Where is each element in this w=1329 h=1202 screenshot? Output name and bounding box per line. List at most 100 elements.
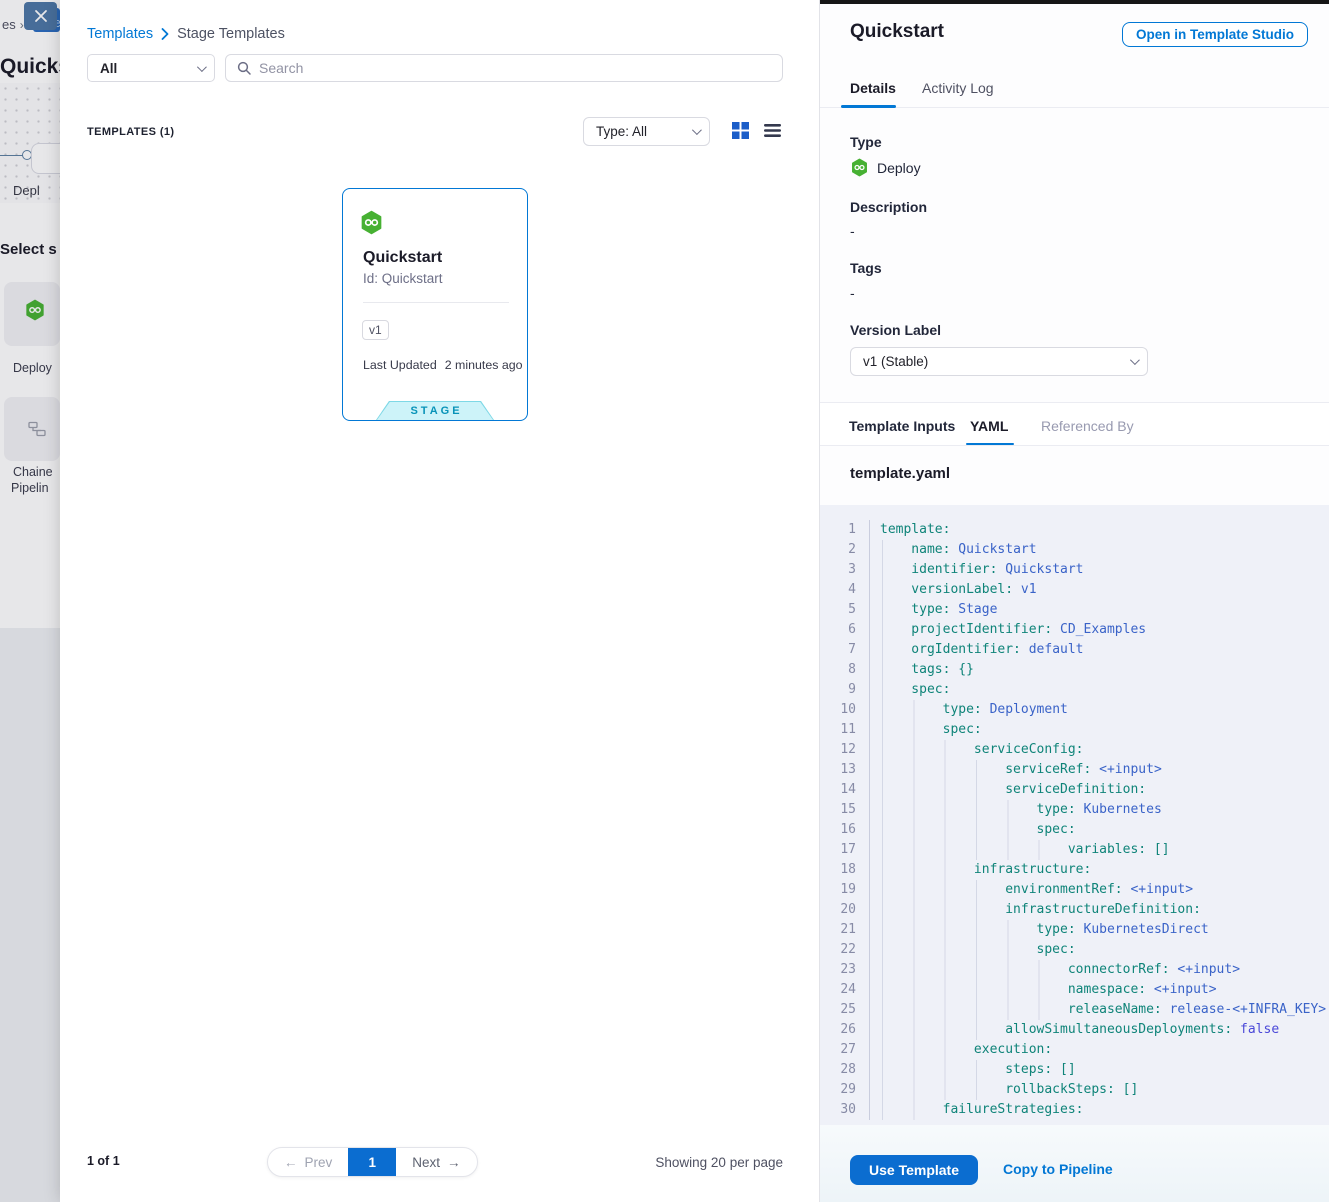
yaml-line-text: spec: xyxy=(869,680,950,700)
chevron-right-icon xyxy=(161,28,169,40)
line-number: 29 xyxy=(820,1080,856,1100)
yaml-line: 14 serviceDefinition: xyxy=(820,780,1329,800)
yaml-line: 5 type: Stage xyxy=(820,600,1329,620)
tab-referenced-by[interactable]: Referenced By xyxy=(1041,418,1134,434)
close-drawer-button[interactable] xyxy=(24,2,57,30)
search-icon xyxy=(236,60,252,76)
details-tabbar xyxy=(820,0,1329,108)
yaml-line-text: failureStrategies: xyxy=(869,1100,1084,1120)
tab-yaml[interactable]: YAML xyxy=(970,418,1008,434)
cd-hexagon-icon xyxy=(24,299,46,321)
line-number: 25 xyxy=(820,1000,856,1020)
yaml-line-text: type: Kubernetes xyxy=(869,800,1162,820)
line-number: 1 xyxy=(820,520,856,540)
open-in-template-studio-button[interactable]: Open in Template Studio xyxy=(1122,22,1308,47)
search-input[interactable] xyxy=(259,60,772,76)
yaml-line: 27 execution: xyxy=(820,1040,1329,1060)
yaml-line-text: serviceConfig: xyxy=(869,740,1084,760)
last-updated-row: Last Updated 2 minutes ago xyxy=(363,358,523,372)
chained-pipeline-icon xyxy=(27,419,47,439)
panel-top-bar xyxy=(820,0,1329,4)
version-select[interactable]: v1 (Stable) xyxy=(850,347,1148,376)
line-number: 12 xyxy=(820,740,856,760)
connector-line xyxy=(0,155,23,156)
deploy-stage-card xyxy=(4,282,60,346)
template-card-title: Quickstart xyxy=(363,249,442,267)
line-number: 27 xyxy=(820,1040,856,1060)
yaml-line-text: name: Quickstart xyxy=(869,540,1037,560)
background-breadcrumb: es› xyxy=(2,17,24,32)
scope-filter-value: All xyxy=(100,61,117,76)
yaml-line-text: template: xyxy=(869,520,950,540)
prev-page-label: Prev xyxy=(305,1155,333,1170)
yaml-line-text: releaseName: release-<+INFRA_KEY> xyxy=(869,1000,1326,1020)
yaml-line: 9 spec: xyxy=(820,680,1329,700)
chevron-down-icon xyxy=(1130,355,1140,365)
line-number: 16 xyxy=(820,820,856,840)
template-card-quickstart[interactable]: Quickstart Id: Quickstart v1 Last Update… xyxy=(342,188,528,421)
type-field-value: Deploy xyxy=(877,160,921,176)
list-view-button[interactable] xyxy=(762,122,782,142)
page-size-label: Showing 20 per page xyxy=(655,1155,783,1170)
line-number: 9 xyxy=(820,680,856,700)
use-template-button[interactable]: Use Template xyxy=(850,1155,978,1185)
yaml-line-text: serviceDefinition: xyxy=(869,780,1146,800)
yaml-line-text: infrastructureDefinition: xyxy=(869,900,1201,920)
active-tab-underline xyxy=(966,443,1014,446)
yaml-line-text: projectIdentifier: CD_Examples xyxy=(869,620,1146,640)
panel-title: Quickstart xyxy=(850,21,944,43)
yaml-code-viewer[interactable]: 1template:2 name: Quickstart3 identifier… xyxy=(820,505,1329,1125)
yaml-line-text: spec: xyxy=(869,940,1076,960)
page-1-button[interactable]: 1 xyxy=(348,1148,396,1176)
line-number: 20 xyxy=(820,900,856,920)
type-filter-select[interactable]: Type: All xyxy=(583,117,710,146)
chevron-down-icon xyxy=(197,62,207,72)
yaml-line-text: type: Stage xyxy=(869,600,997,620)
background-page-lower-area xyxy=(0,628,60,1202)
prev-page-button[interactable]: ← Prev xyxy=(268,1148,348,1176)
last-updated-value: 2 minutes ago xyxy=(445,358,523,372)
panel-footer: Use Template Copy to Pipeline xyxy=(820,1125,1329,1202)
yaml-line-text: orgIdentifier: default xyxy=(869,640,1084,660)
line-number: 28 xyxy=(820,1060,856,1080)
yaml-line-text: rollbackSteps: [] xyxy=(869,1080,1138,1100)
background-page-title: Quicks xyxy=(0,55,60,79)
yaml-line-text: execution: xyxy=(869,1040,1052,1060)
yaml-line: 15 type: Kubernetes xyxy=(820,800,1329,820)
cd-hexagon-icon xyxy=(359,210,384,235)
app-window: es› Pipel Quicks Depl Select s Deploy xyxy=(0,0,1329,1202)
chevron-down-icon xyxy=(692,125,702,135)
grid-view-button[interactable] xyxy=(730,122,750,142)
templates-count-label: TEMPLATES (1) xyxy=(87,126,175,138)
version-label-field-label: Version Label xyxy=(850,322,941,338)
tab-details[interactable]: Details xyxy=(850,80,896,96)
line-number: 11 xyxy=(820,720,856,740)
pagination-count: 1 of 1 xyxy=(87,1154,120,1168)
version-select-value: v1 (Stable) xyxy=(863,354,928,369)
type-field-label: Type xyxy=(850,134,882,150)
line-number: 6 xyxy=(820,620,856,640)
yaml-line: 21 type: KubernetesDirect xyxy=(820,920,1329,940)
tab-activity-log[interactable]: Activity Log xyxy=(922,80,994,96)
chained-card-label-line1: Chaine xyxy=(13,465,53,479)
next-page-button[interactable]: Next → xyxy=(396,1148,476,1176)
copy-to-pipeline-button[interactable]: Copy to Pipeline xyxy=(1003,1161,1113,1177)
tab-template-inputs[interactable]: Template Inputs xyxy=(849,418,955,434)
line-number: 14 xyxy=(820,780,856,800)
yaml-line: 23 connectorRef: <+input> xyxy=(820,960,1329,980)
yaml-line-text: versionLabel: v1 xyxy=(869,580,1037,600)
background-section-heading: Select s xyxy=(0,241,57,258)
next-page-label: Next xyxy=(412,1155,440,1170)
breadcrumb-current: Stage Templates xyxy=(177,26,285,42)
yaml-line: 8 tags: {} xyxy=(820,660,1329,680)
scope-filter-select[interactable]: All xyxy=(87,54,215,82)
search-box xyxy=(225,54,783,82)
yaml-line-text: allowSimultaneousDeployments: false xyxy=(869,1020,1279,1040)
line-number: 18 xyxy=(820,860,856,880)
breadcrumb: Templates Stage Templates xyxy=(87,26,285,42)
templates-drawer: Templates Stage Templates All TEMPLATES … xyxy=(60,0,819,1202)
cd-hexagon-icon xyxy=(850,158,869,177)
breadcrumb-templates-link[interactable]: Templates xyxy=(87,26,153,42)
yaml-line-text: namespace: <+input> xyxy=(869,980,1217,1000)
line-number: 3 xyxy=(820,560,856,580)
